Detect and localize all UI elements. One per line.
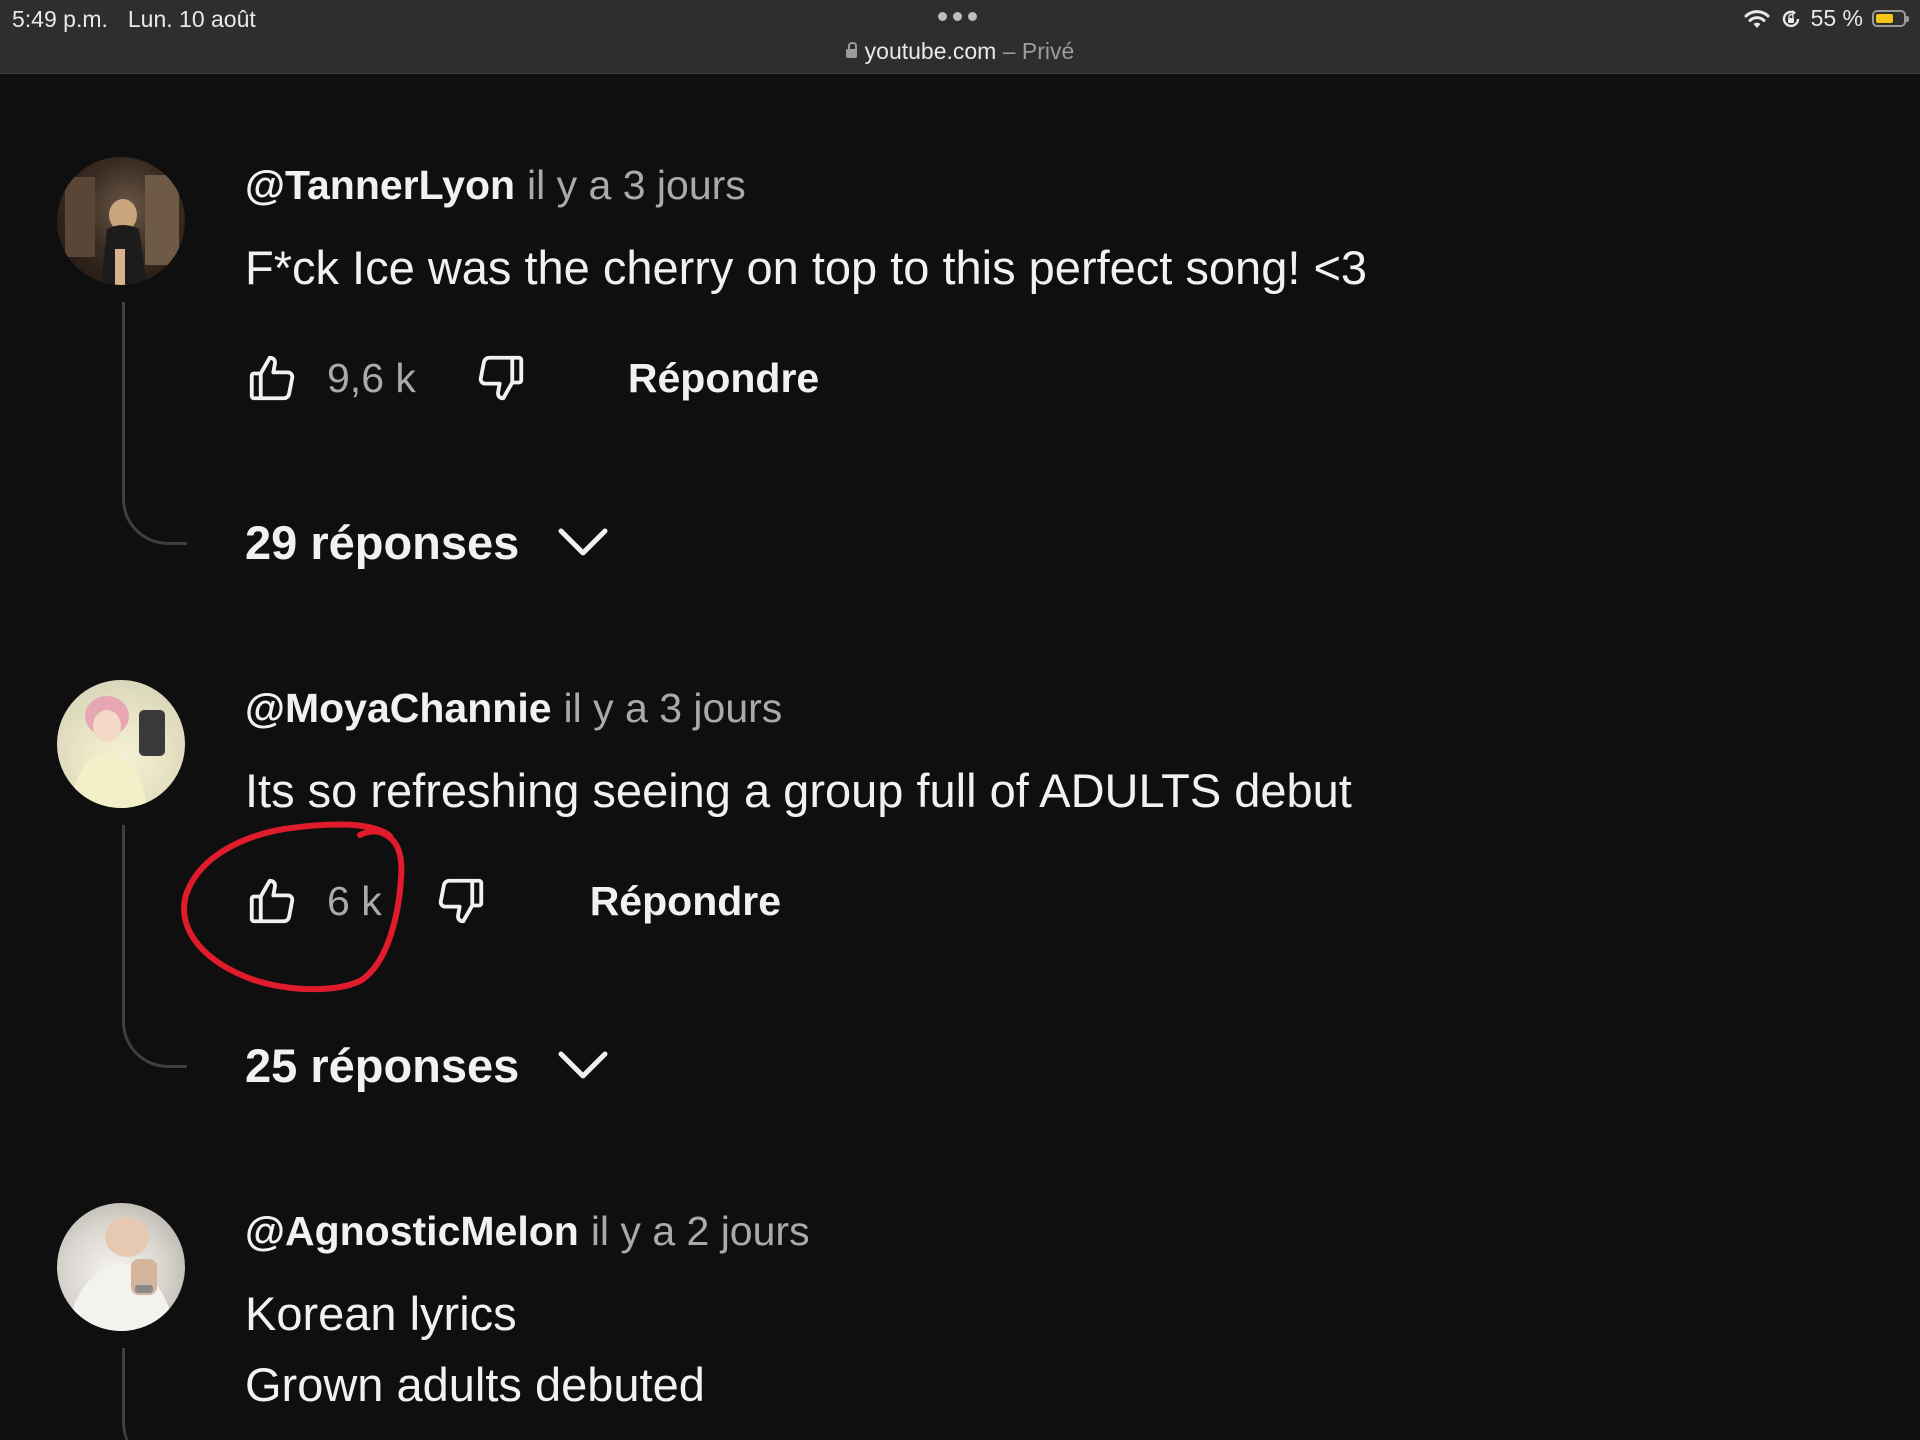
status-left: 5:49 p.m. Lun. 10 août — [12, 6, 256, 33]
chevron-down-icon — [558, 528, 608, 555]
avatar[interactable] — [57, 157, 185, 285]
comment-header: @MoyaChannie il y a 3 jours — [245, 685, 782, 732]
thumbs-down-icon[interactable] — [434, 874, 488, 928]
replies-count: 25 réponses — [245, 1039, 520, 1092]
thread-line — [122, 1348, 187, 1440]
comment-time[interactable]: il y a 3 jours — [564, 685, 783, 731]
comment-header: @AgnosticMelon il y a 2 jours — [245, 1208, 810, 1255]
comment-actions: 6 k Répondre — [245, 866, 781, 936]
chevron-down-icon — [558, 1051, 608, 1078]
thumbs-up-icon[interactable] — [245, 874, 299, 928]
view-replies-button[interactable]: 25 réponses — [245, 1038, 609, 1093]
like-count: 6 k — [327, 877, 382, 924]
avatar[interactable] — [57, 680, 185, 808]
rotation-lock-icon — [1782, 9, 1799, 27]
comment-author[interactable]: @MoyaChannie — [245, 685, 552, 731]
url-text: youtube.com — [864, 38, 997, 64]
thumbs-down-icon[interactable] — [474, 351, 528, 405]
reply-button[interactable]: Répondre — [628, 355, 819, 402]
reply-button[interactable]: Répondre — [590, 878, 781, 925]
wifi-icon — [1744, 9, 1770, 28]
thumbs-up-icon[interactable] — [245, 351, 299, 405]
comment-author[interactable]: @TannerLyon — [245, 162, 515, 208]
thread-line — [122, 302, 187, 545]
comment-actions: 9,6 k Répondre — [245, 343, 819, 413]
lock-icon — [845, 42, 857, 58]
status-date: Lun. 10 août — [127, 6, 256, 32]
screen: 5:49 p.m. Lun. 10 août youtube.com – Priv… — [0, 0, 1920, 1440]
comment-text: Its so refreshing seeing a group full of… — [245, 764, 1352, 817]
like-count: 9,6 k — [327, 354, 416, 401]
comment-text-line-1: Korean lyrics — [245, 1287, 517, 1340]
avatar[interactable] — [57, 1203, 185, 1331]
comment-text: F*ck Ice was the cherry on top to this p… — [245, 241, 1368, 294]
address-bar[interactable]: youtube.com – Privé — [0, 38, 1920, 65]
status-right: 55 % — [1743, 5, 1909, 32]
replies-count: 29 réponses — [245, 516, 520, 569]
url-private-label: – Privé — [996, 38, 1075, 64]
more-dots-icon[interactable] — [938, 12, 977, 21]
status-time: 5:49 p.m. — [12, 6, 108, 32]
comment-author[interactable]: @AgnosticMelon — [245, 1208, 579, 1254]
battery-icon — [1872, 10, 1909, 27]
comment-time[interactable]: il y a 3 jours — [527, 162, 746, 208]
status-bar: 5:49 p.m. Lun. 10 août youtube.com – Priv… — [0, 0, 1920, 74]
comment-text-line-2: Grown adults debuted — [245, 1358, 705, 1411]
comment-time[interactable]: il y a 2 jours — [591, 1208, 810, 1254]
battery-percent: 55 % — [1810, 5, 1863, 31]
comment-header: @TannerLyon il y a 3 jours — [245, 162, 746, 209]
thread-line — [122, 825, 187, 1068]
view-replies-button[interactable]: 29 réponses — [245, 515, 609, 570]
